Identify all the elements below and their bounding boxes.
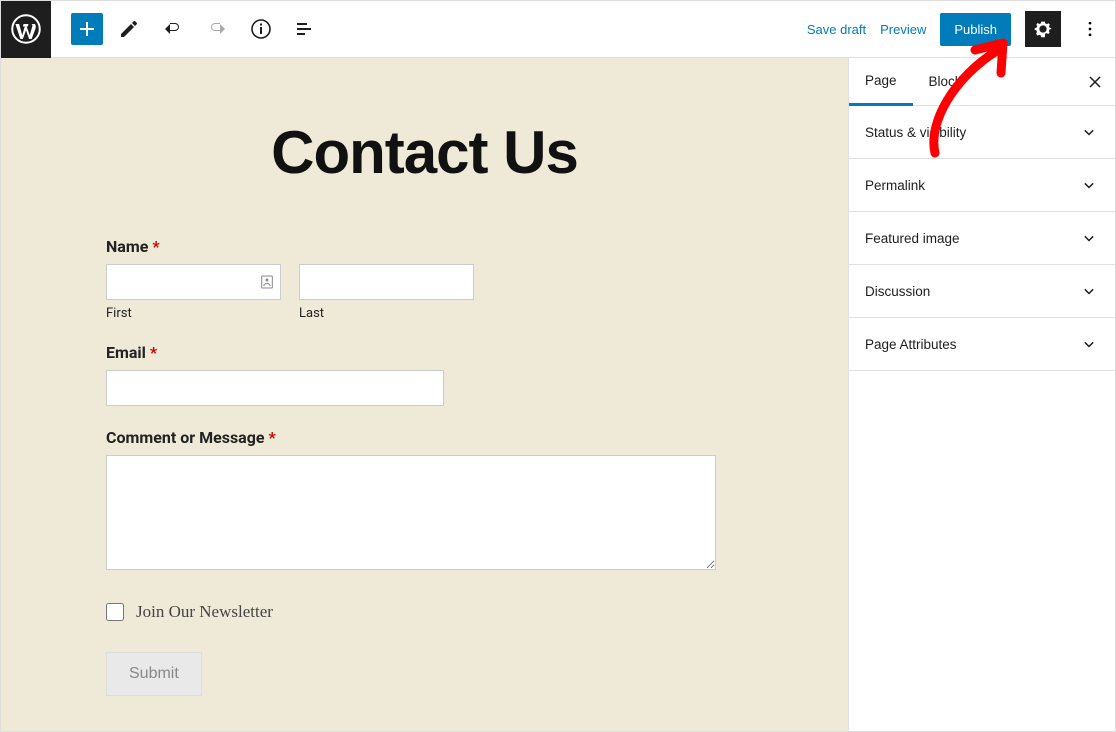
panel-permalink: Permalink	[849, 159, 1115, 212]
last-name-col: Last	[299, 264, 474, 321]
panel-status-label: Status & visibility	[865, 125, 966, 140]
newsletter-checkbox[interactable]	[106, 603, 124, 621]
outline-button[interactable]	[287, 11, 323, 47]
toolbar-left	[51, 11, 323, 47]
tab-block[interactable]: Block	[913, 58, 978, 106]
info-button[interactable]	[243, 11, 279, 47]
tab-page[interactable]: Page	[849, 58, 913, 106]
email-input[interactable]	[106, 370, 444, 406]
name-label: Name *	[106, 237, 726, 256]
comment-label-text: Comment or Message	[106, 428, 265, 447]
email-label-text: Email	[106, 343, 146, 362]
name-field: Name * First	[106, 237, 726, 321]
page-title[interactable]: Contact Us	[1, 58, 848, 237]
editor-canvas-scroll[interactable]: Contact Us Name *	[1, 58, 848, 731]
chevron-down-icon	[1079, 122, 1099, 142]
editor-body: Contact Us Name *	[1, 58, 1115, 731]
undo-button[interactable]	[155, 11, 191, 47]
pencil-icon	[117, 17, 141, 41]
autofill-icon	[259, 274, 275, 290]
newsletter-row: Join Our Newsletter	[106, 602, 726, 622]
panel-featured-label: Featured image	[865, 231, 960, 246]
comment-label: Comment or Message *	[106, 428, 726, 447]
redo-button[interactable]	[199, 11, 235, 47]
submit-button[interactable]: Submit	[106, 652, 202, 696]
email-field: Email *	[106, 343, 726, 406]
comment-textarea[interactable]	[106, 455, 716, 570]
preview-button[interactable]: Preview	[880, 22, 926, 37]
last-sublabel: Last	[299, 306, 474, 321]
redo-icon	[205, 17, 229, 41]
chevron-down-icon	[1079, 228, 1099, 248]
panel-permalink-toggle[interactable]: Permalink	[849, 159, 1115, 211]
first-name-input[interactable]	[106, 264, 281, 300]
chevron-down-icon	[1079, 334, 1099, 354]
panel-status: Status & visibility	[849, 106, 1115, 159]
wordpress-icon	[11, 14, 41, 44]
panel-featured-toggle[interactable]: Featured image	[849, 212, 1115, 264]
save-draft-button[interactable]: Save draft	[807, 22, 866, 37]
dots-vertical-icon	[1080, 19, 1100, 39]
panel-attributes-label: Page Attributes	[865, 337, 957, 352]
wordpress-logo[interactable]	[1, 1, 51, 58]
publish-button[interactable]: Publish	[940, 13, 1011, 46]
toolbar-right: Save draft Preview Publish	[807, 11, 1115, 47]
more-options-button[interactable]	[1075, 11, 1105, 47]
editor-toolbar: Save draft Preview Publish	[1, 1, 1115, 58]
contact-form: Name * First	[106, 237, 726, 696]
required-mark: *	[269, 428, 276, 447]
name-label-text: Name	[106, 237, 148, 256]
panel-attributes: Page Attributes	[849, 318, 1115, 371]
comment-field: Comment or Message *	[106, 428, 726, 574]
sidebar-tabs: Page Block	[849, 58, 1115, 106]
editor-canvas-wrap: Contact Us Name *	[1, 58, 848, 731]
settings-button[interactable]	[1025, 11, 1061, 47]
panel-discussion-label: Discussion	[865, 284, 930, 299]
panel-permalink-label: Permalink	[865, 178, 925, 193]
info-icon	[249, 17, 273, 41]
last-name-input[interactable]	[299, 264, 474, 300]
close-sidebar-button[interactable]	[1075, 62, 1115, 102]
settings-sidebar: Page Block Status & visibility Permalink…	[848, 58, 1115, 731]
editor-canvas: Contact Us Name *	[1, 58, 848, 731]
email-label: Email *	[106, 343, 726, 362]
panel-status-toggle[interactable]: Status & visibility	[849, 106, 1115, 158]
add-block-button[interactable]	[71, 13, 103, 45]
edit-mode-button[interactable]	[111, 11, 147, 47]
first-sublabel: First	[106, 306, 281, 321]
chevron-down-icon	[1079, 281, 1099, 301]
gear-icon	[1032, 18, 1054, 40]
close-icon	[1085, 72, 1105, 92]
panel-attributes-toggle[interactable]: Page Attributes	[849, 318, 1115, 370]
newsletter-label[interactable]: Join Our Newsletter	[136, 602, 273, 622]
chevron-down-icon	[1079, 175, 1099, 195]
required-mark: *	[150, 343, 157, 362]
plus-icon	[75, 17, 99, 41]
name-columns: First Last	[106, 264, 726, 321]
first-name-col: First	[106, 264, 281, 321]
panel-discussion: Discussion	[849, 265, 1115, 318]
undo-icon	[161, 17, 185, 41]
panel-discussion-toggle[interactable]: Discussion	[849, 265, 1115, 317]
list-icon	[293, 17, 317, 41]
panel-featured: Featured image	[849, 212, 1115, 265]
required-mark: *	[152, 237, 159, 256]
